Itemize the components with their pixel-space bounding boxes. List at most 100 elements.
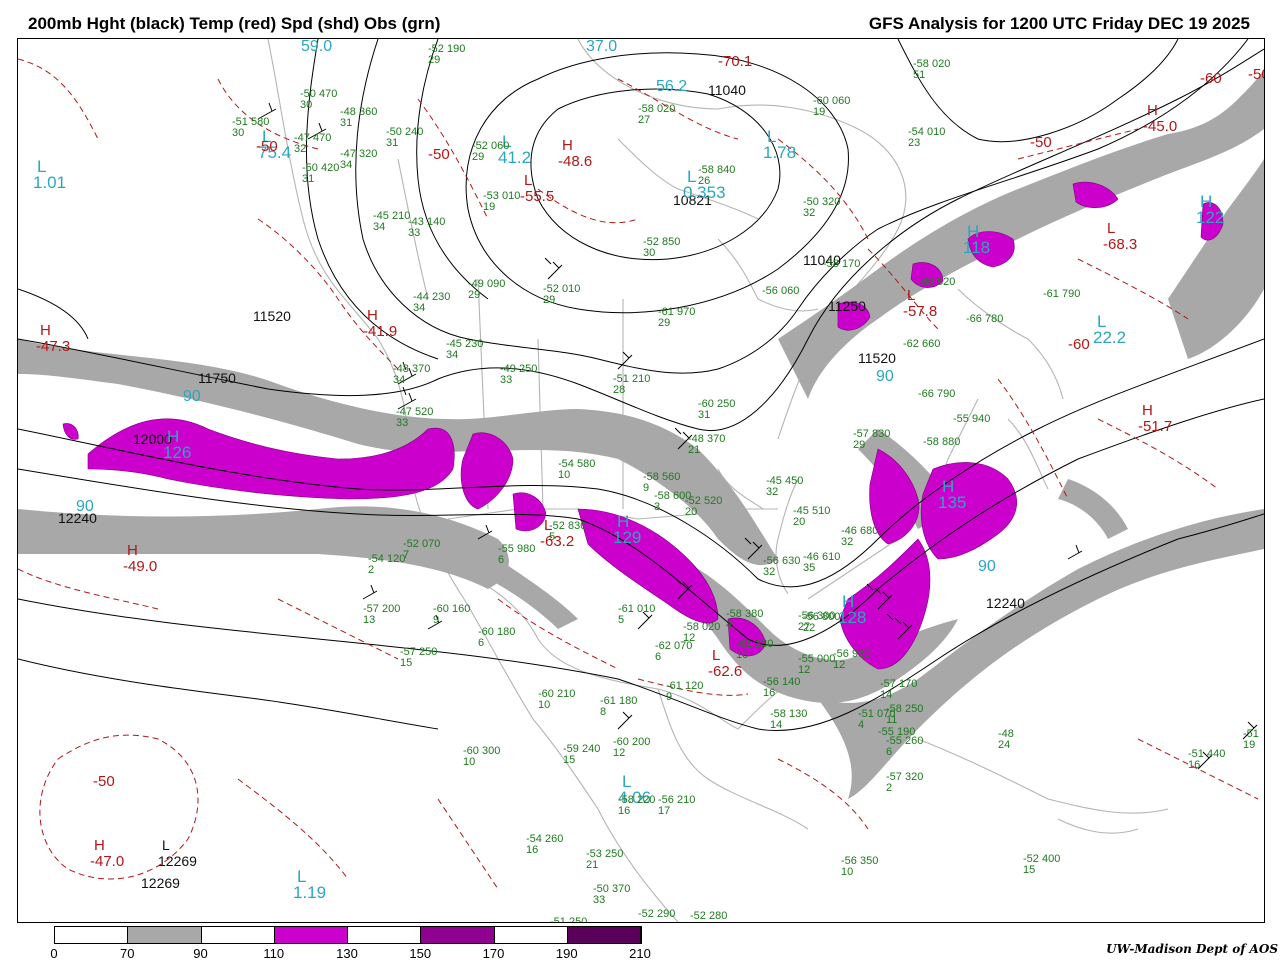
station-temp-height: -66 780 bbox=[966, 313, 1004, 325]
station-obs: -58 220 16 bbox=[618, 795, 655, 817]
legend-bin bbox=[274, 927, 348, 943]
station-obs: -56 350 10 bbox=[841, 856, 878, 878]
station-obs: -47 320 34 bbox=[340, 149, 377, 171]
extremum-value: 1.19 bbox=[293, 883, 327, 902]
station-dewpoint: 4 bbox=[858, 719, 865, 731]
station-obs: -49 250 33 bbox=[500, 364, 537, 386]
station-obs: -50 420 31 bbox=[302, 163, 339, 185]
speed-value: 90 bbox=[76, 498, 94, 515]
height-label: 11250 bbox=[828, 298, 866, 314]
station-obs: -58 130 14 bbox=[770, 709, 807, 731]
map-panel[interactable]: 11040 10821 11040 11250 11520 11520 11750 12000… bbox=[17, 38, 1265, 923]
station-dewpoint: 12 bbox=[613, 747, 626, 759]
station-temp-height: -60 520 bbox=[918, 276, 956, 288]
station-dewpoint: 32 bbox=[766, 486, 779, 498]
extremum-value: -47.3 bbox=[36, 338, 71, 355]
station-obs: -62 070 6 bbox=[655, 641, 692, 663]
station-obs: -45 510 20 bbox=[793, 506, 830, 528]
station-obs: -60 060 19 bbox=[813, 96, 850, 118]
temperature-label: -50 bbox=[256, 138, 278, 155]
station-dewpoint: 29 bbox=[468, 289, 481, 301]
speed-value: 90 bbox=[978, 558, 996, 575]
station-dewpoint: 29 bbox=[428, 54, 441, 66]
station-obs: -47 470 32 bbox=[294, 133, 331, 155]
station-obs: -59 240 15 bbox=[563, 744, 600, 766]
station-obs: -48 360 31 bbox=[340, 107, 377, 129]
extremum-value: 135 bbox=[938, 493, 967, 512]
station-obs: -49 090 29 bbox=[468, 279, 505, 301]
station-dewpoint: 7 bbox=[403, 549, 410, 561]
legend-bin bbox=[55, 927, 129, 943]
station-obs: -56 630 32 bbox=[763, 556, 800, 578]
station-obs: -52 190 29 bbox=[428, 44, 465, 66]
high-symbol: H bbox=[367, 307, 378, 324]
station-obs: -52 070 7 bbox=[403, 539, 440, 561]
station-dewpoint: 10 bbox=[463, 756, 476, 768]
station-temp-height: -62 660 bbox=[903, 338, 941, 350]
station-dewpoint: 15 bbox=[400, 657, 413, 669]
station-obs: -51 440 16 bbox=[1188, 749, 1225, 771]
extremum-value: -48.6 bbox=[558, 153, 593, 170]
valid-time-title: GFS Analysis for 1200 UTC Friday DEC 19 … bbox=[868, 14, 1250, 33]
station-obs: -60 160 9 bbox=[433, 604, 470, 626]
station-obs: -54 580 10 bbox=[558, 459, 595, 481]
station-dewpoint: 30 bbox=[300, 99, 313, 111]
extremum-value: 118 bbox=[963, 238, 991, 257]
station-dewpoint: 2 bbox=[886, 782, 893, 794]
station-obs: -48 24 bbox=[998, 729, 1014, 751]
station-obs: -48 370 34 bbox=[393, 364, 430, 386]
station-obs: -55 980 6 bbox=[498, 544, 535, 566]
station-dewpoint: 32 bbox=[294, 143, 307, 155]
station-dewpoint: 29 bbox=[472, 151, 485, 163]
station-temp-height: -55 940 bbox=[953, 413, 991, 425]
extremum-value: -55.5 bbox=[520, 188, 555, 205]
extremum-value: -47.0 bbox=[90, 853, 125, 870]
extremum-value: -68.3 bbox=[1103, 236, 1138, 253]
station-obs: -54 120 2 bbox=[368, 554, 405, 576]
station-obs: -56 140 16 bbox=[763, 677, 800, 699]
station-obs: -61 180 8 bbox=[600, 696, 637, 718]
station-obs: -52 400 15 bbox=[1023, 854, 1060, 876]
station-dewpoint: 24 bbox=[998, 739, 1011, 751]
station-obs: -45 450 32 bbox=[766, 476, 803, 498]
credit-label: UW-Madison Dept of AOS bbox=[1106, 942, 1278, 956]
station-obs: -45 230 34 bbox=[446, 339, 483, 361]
legend-bin bbox=[201, 927, 275, 943]
station-dewpoint: 31 bbox=[302, 173, 315, 185]
station-obs: -52 830 5 bbox=[549, 521, 586, 543]
speed-value: 56.2 bbox=[656, 78, 688, 95]
station-temp-height: -52 280 bbox=[690, 910, 728, 922]
temperature-label: -60 bbox=[1068, 336, 1090, 353]
station-obs: -46 680 32 bbox=[841, 526, 878, 548]
station-temp-height: -61 790 bbox=[1043, 288, 1081, 300]
station-dewpoint: 23 bbox=[908, 137, 921, 149]
station-dewpoint: 8 bbox=[600, 706, 607, 718]
station-obs: -56 300 27 bbox=[798, 611, 835, 633]
low-symbol: L bbox=[162, 837, 170, 853]
station-obs: -51 070 4 bbox=[858, 709, 895, 731]
station-dewpoint: 33 bbox=[593, 894, 606, 906]
high-symbol: H bbox=[562, 137, 573, 154]
extremum-value: -57.8 bbox=[903, 303, 938, 320]
station-obs: -58 020 27 bbox=[638, 104, 675, 126]
station-dewpoint: 21 bbox=[586, 859, 599, 871]
station-dewpoint: 34 bbox=[413, 302, 426, 314]
legend-tick: 110 bbox=[263, 946, 285, 961]
station-dewpoint: 10 bbox=[558, 469, 571, 481]
station-obs: -60 200 12 bbox=[613, 737, 650, 759]
station-obs: -50 470 30 bbox=[300, 89, 337, 111]
legend-tick: 70 bbox=[120, 946, 135, 961]
height-label: 11040 bbox=[708, 82, 746, 98]
height-label: 12240 bbox=[986, 595, 1025, 611]
station-obs: -55 000 12 bbox=[798, 654, 835, 676]
legend-bin bbox=[348, 927, 422, 943]
legend-bin bbox=[494, 927, 568, 943]
extremum-value: 129 bbox=[613, 528, 642, 547]
station-dewpoint: 16 bbox=[763, 687, 776, 699]
station-dewpoint: 5 bbox=[618, 614, 625, 626]
station-obs: -51 19 bbox=[1243, 729, 1259, 751]
station-dewpoint: 19 bbox=[1243, 739, 1256, 751]
legend-bin bbox=[421, 927, 495, 943]
legend-bin bbox=[128, 927, 202, 943]
station-dewpoint: 21 bbox=[688, 444, 701, 456]
